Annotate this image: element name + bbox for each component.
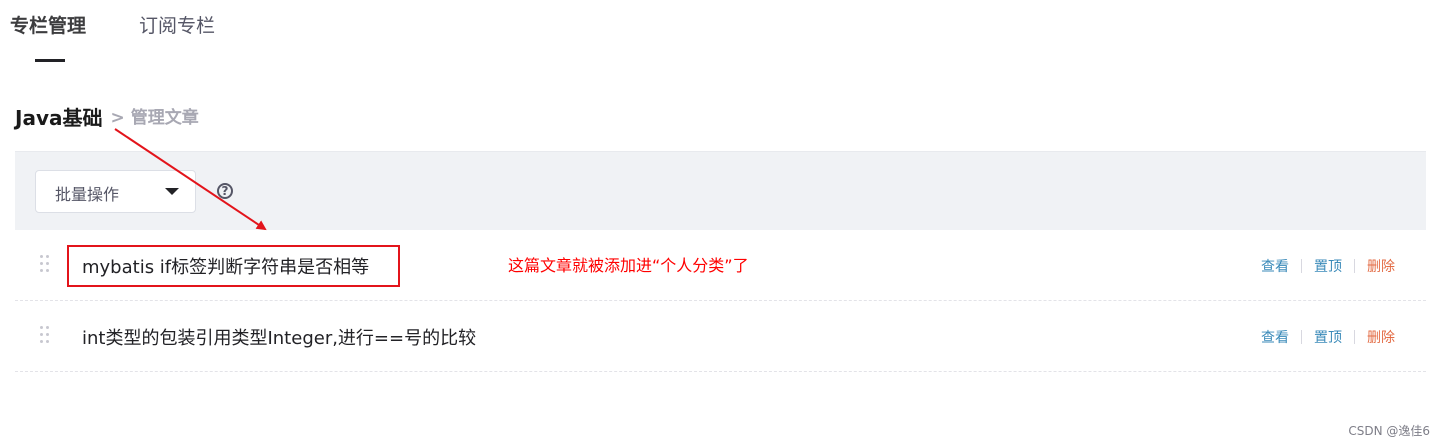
action-divider	[1301, 330, 1302, 344]
highlight-box-annotation	[67, 245, 400, 287]
breadcrumb: Java基础 > 管理文章	[15, 104, 199, 132]
action-divider	[1354, 330, 1355, 344]
tab-column-management[interactable]: 专栏管理	[10, 13, 86, 39]
drag-handle-icon[interactable]	[40, 326, 50, 346]
batch-operation-label: 批量操作	[55, 185, 120, 204]
pin-link[interactable]: 置顶	[1314, 259, 1342, 275]
view-link[interactable]: 查看	[1261, 330, 1289, 346]
article-title[interactable]: int类型的包装引用类型Integer,进行==号的比较	[82, 324, 476, 350]
watermark: CSDN @逸佳6	[1348, 424, 1430, 438]
pin-link[interactable]: 置顶	[1314, 330, 1342, 346]
batch-operation-dropdown[interactable]: 批量操作	[35, 170, 196, 213]
breadcrumb-column-name[interactable]: Java基础	[15, 106, 102, 130]
article-actions: 查看 置顶 删除	[1261, 256, 1395, 276]
article-row: int类型的包装引用类型Integer,进行==号的比较 查看 置顶 删除	[15, 301, 1426, 372]
column-tabs: 专栏管理 订阅专栏	[0, 0, 1444, 64]
action-divider	[1301, 259, 1302, 273]
delete-link[interactable]: 删除	[1367, 259, 1395, 275]
caret-down-icon	[165, 188, 179, 195]
delete-link[interactable]: 删除	[1367, 330, 1395, 346]
article-actions: 查看 置顶 删除	[1261, 327, 1395, 347]
article-toolbar: 批量操作 ?	[15, 151, 1426, 230]
help-icon[interactable]: ?	[217, 183, 233, 199]
tab-subscribed-columns[interactable]: 订阅专栏	[139, 13, 215, 39]
active-tab-indicator	[35, 59, 65, 62]
breadcrumb-current: 管理文章	[130, 108, 199, 128]
action-divider	[1354, 259, 1355, 273]
view-link[interactable]: 查看	[1261, 259, 1289, 275]
breadcrumb-separator: >	[110, 108, 125, 128]
annotation-text: 这篇文章就被添加进“个人分类”了	[508, 256, 749, 275]
drag-handle-icon[interactable]	[40, 255, 50, 275]
